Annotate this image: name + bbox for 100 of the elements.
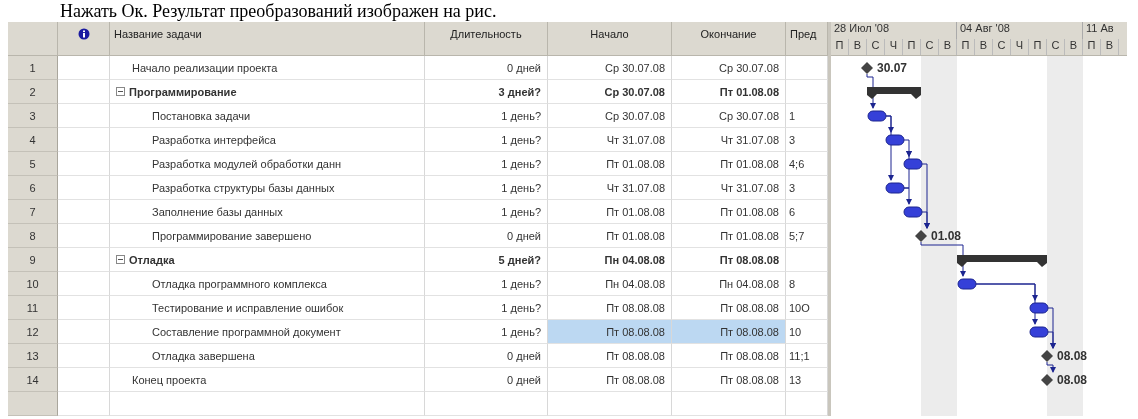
finish-cell[interactable]: Пт 01.08.08 bbox=[672, 80, 786, 104]
day-label: В bbox=[1065, 39, 1083, 55]
predecessors-cell bbox=[786, 56, 828, 80]
column-header[interactable]: Название задачи bbox=[110, 22, 425, 56]
indicator-cell bbox=[58, 128, 110, 152]
row-number[interactable]: 2 bbox=[8, 80, 58, 104]
task-bar[interactable] bbox=[885, 134, 905, 146]
task-name-cell[interactable]: Разработка интерфейса bbox=[110, 128, 425, 152]
task-name: Разработка структуры базы данных bbox=[152, 181, 335, 194]
start-cell[interactable]: Ср 30.07.08 bbox=[548, 104, 672, 128]
summary-bar[interactable] bbox=[957, 255, 1047, 267]
row-number[interactable]: 7 bbox=[8, 200, 58, 224]
start-cell[interactable]: Пт 08.08.08 bbox=[548, 296, 672, 320]
indicator-cell bbox=[58, 176, 110, 200]
collapse-icon[interactable] bbox=[116, 255, 125, 264]
summary-bar[interactable] bbox=[867, 87, 921, 99]
predecessors-cell: 1 bbox=[786, 104, 828, 128]
start-cell[interactable]: Пт 01.08.08 bbox=[548, 152, 672, 176]
milestone-diamond[interactable] bbox=[1041, 350, 1053, 362]
start-cell[interactable]: Пт 01.08.08 bbox=[548, 200, 672, 224]
row-number[interactable]: 3 bbox=[8, 104, 58, 128]
start-cell[interactable]: Чт 31.07.08 bbox=[548, 176, 672, 200]
start-cell[interactable]: Ср 30.07.08 bbox=[548, 56, 672, 80]
task-bar[interactable] bbox=[1029, 302, 1049, 314]
finish-cell[interactable]: Пт 08.08.08 bbox=[672, 296, 786, 320]
milestone-diamond[interactable] bbox=[1041, 374, 1053, 386]
column-header[interactable]: Начало bbox=[548, 22, 672, 56]
duration-cell: 1 день? bbox=[425, 200, 548, 224]
task-name-cell[interactable]: Начало реализации проекта bbox=[110, 56, 425, 80]
finish-cell[interactable]: Ср 30.07.08 bbox=[672, 56, 786, 80]
task-name-cell[interactable]: Тестирование и исправление ошибок bbox=[110, 296, 425, 320]
day-label: В bbox=[939, 39, 957, 55]
start-cell[interactable]: Чт 31.07.08 bbox=[548, 128, 672, 152]
finish-cell[interactable]: Пт 08.08.08 bbox=[672, 344, 786, 368]
task-name-cell[interactable]: Отладка bbox=[110, 248, 425, 272]
day-label: Ч bbox=[1011, 39, 1029, 55]
indicator-cell bbox=[58, 320, 110, 344]
task-name-cell[interactable]: Разработка структуры базы данных bbox=[110, 176, 425, 200]
finish-cell[interactable]: Ср 30.07.08 bbox=[672, 104, 786, 128]
row-number[interactable]: 5 bbox=[8, 152, 58, 176]
task-bar[interactable] bbox=[957, 278, 977, 290]
row-number[interactable]: 10 bbox=[8, 272, 58, 296]
row-number[interactable]: 4 bbox=[8, 128, 58, 152]
task-name-cell[interactable]: Постановка задачи bbox=[110, 104, 425, 128]
finish-cell[interactable]: Пт 01.08.08 bbox=[672, 200, 786, 224]
indicator-header[interactable] bbox=[58, 22, 110, 56]
task-name-cell[interactable]: Отладка завершена bbox=[110, 344, 425, 368]
start-cell[interactable]: Ср 30.07.08 bbox=[548, 80, 672, 104]
milestone-date-label: 30.07 bbox=[877, 61, 908, 75]
task-name: Тестирование и исправление ошибок bbox=[152, 301, 344, 314]
milestone-diamond[interactable] bbox=[861, 62, 873, 74]
start-cell[interactable]: Пн 04.08.08 bbox=[548, 272, 672, 296]
task-name-cell[interactable]: Заполнение базы данных bbox=[110, 200, 425, 224]
finish-cell[interactable]: Пт 01.08.08 bbox=[672, 152, 786, 176]
day-label: П bbox=[957, 39, 975, 55]
task-name-cell[interactable]: Составление программной документ bbox=[110, 320, 425, 344]
task-name-cell[interactable]: Отладка программного комплекса bbox=[110, 272, 425, 296]
task-name-cell[interactable]: Программирование bbox=[110, 80, 425, 104]
start-cell[interactable]: Пт 08.08.08 bbox=[548, 368, 672, 392]
dependency-arrow bbox=[920, 241, 966, 277]
finish-cell[interactable]: Пн 04.08.08 bbox=[672, 272, 786, 296]
finish-cell[interactable]: Пт 08.08.08 bbox=[672, 368, 786, 392]
finish-cell[interactable]: Пт 08.08.08 bbox=[672, 320, 786, 344]
day-label: В bbox=[1101, 39, 1119, 55]
day-label: П bbox=[1029, 39, 1047, 55]
row-number[interactable]: 14 bbox=[8, 368, 58, 392]
task-bar[interactable] bbox=[903, 206, 923, 218]
task-bar[interactable] bbox=[1029, 326, 1049, 338]
task-bar[interactable] bbox=[903, 158, 923, 170]
finish-cell[interactable]: Чт 31.07.08 bbox=[672, 128, 786, 152]
milestone-diamond[interactable] bbox=[915, 230, 927, 242]
row-number[interactable]: 12 bbox=[8, 320, 58, 344]
row-number[interactable]: 11 bbox=[8, 296, 58, 320]
finish-cell[interactable]: Пт 08.08.08 bbox=[672, 248, 786, 272]
start-cell[interactable]: Пн 04.08.08 bbox=[548, 248, 672, 272]
finish-cell[interactable]: Чт 31.07.08 bbox=[672, 176, 786, 200]
row-number[interactable]: 1 bbox=[8, 56, 58, 80]
row-number[interactable]: 8 bbox=[8, 224, 58, 248]
task-bar[interactable] bbox=[885, 182, 905, 194]
info-icon bbox=[77, 28, 90, 40]
start-cell[interactable]: Пт 08.08.08 bbox=[548, 320, 672, 344]
start-cell[interactable]: Пт 08.08.08 bbox=[548, 344, 672, 368]
finish-cell[interactable]: Пт 01.08.08 bbox=[672, 224, 786, 248]
column-header[interactable]: Длительность bbox=[425, 22, 548, 56]
column-header[interactable]: Пред bbox=[786, 22, 828, 56]
task-name-cell[interactable]: Разработка модулей обработки данн bbox=[110, 152, 425, 176]
duration-cell: 1 день? bbox=[425, 152, 548, 176]
task-bar[interactable] bbox=[867, 110, 887, 122]
predecessors-cell: 10 bbox=[786, 320, 828, 344]
collapse-icon[interactable] bbox=[116, 87, 125, 96]
corner-header bbox=[8, 22, 58, 56]
predecessors-cell: 6 bbox=[786, 200, 828, 224]
start-cell[interactable]: Пт 01.08.08 bbox=[548, 224, 672, 248]
day-label: В bbox=[975, 39, 993, 55]
row-number[interactable]: 13 bbox=[8, 344, 58, 368]
row-number[interactable]: 9 bbox=[8, 248, 58, 272]
row-number[interactable]: 6 bbox=[8, 176, 58, 200]
day-label: С bbox=[993, 39, 1011, 55]
task-name-cell[interactable]: Программирование завершено bbox=[110, 224, 425, 248]
column-header[interactable]: Окончание bbox=[672, 22, 786, 56]
